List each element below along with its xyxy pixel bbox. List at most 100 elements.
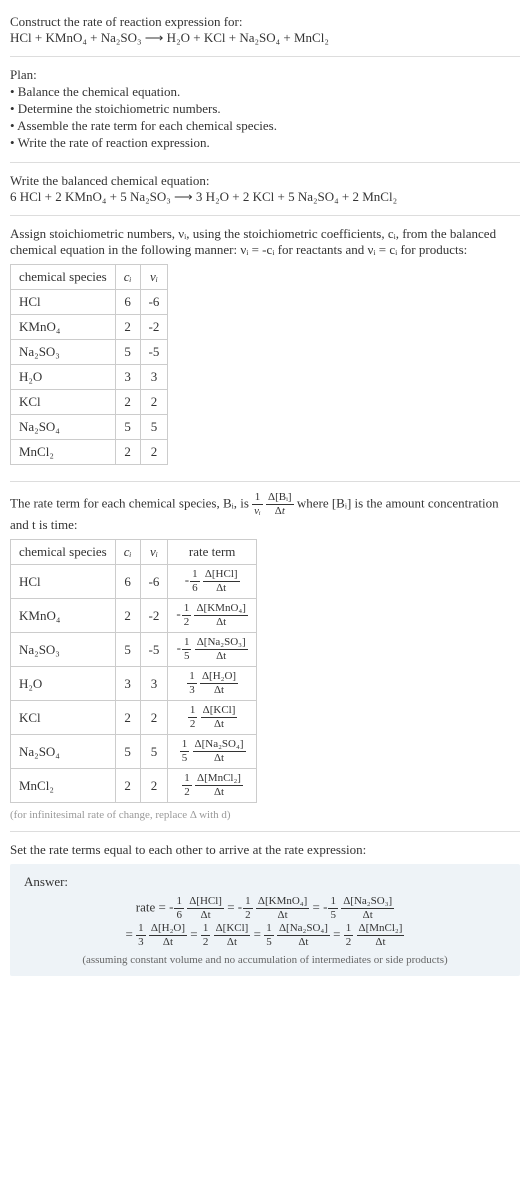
frac: 15 xyxy=(180,739,190,764)
frac: 12 xyxy=(188,705,198,730)
frac: Δ[H₂O]Δt xyxy=(200,671,238,696)
frac: 1νᵢ xyxy=(252,492,263,517)
frac: 12 xyxy=(344,923,354,948)
table-header-row: chemical species cᵢ νᵢ rate term xyxy=(11,540,257,565)
num: Δ[H₂O] xyxy=(200,671,238,684)
frac: Δ[Na₂SO₄]Δt xyxy=(193,739,246,764)
answer-box: Answer: rate = -16 Δ[HCl]Δt = -12 Δ[KMnO… xyxy=(10,864,520,976)
table-row: Na₂SO₄ 5 5 15 Δ[Na₂SO₄]Δt xyxy=(11,735,257,769)
rate-term-pre: The rate term for each chemical species,… xyxy=(10,495,252,510)
cell-vi: 3 xyxy=(140,667,168,701)
den: 2 xyxy=(182,786,192,798)
cell-ci: 6 xyxy=(115,290,140,315)
rate-line-2: = 13 Δ[H₂O]Δt = 12 Δ[KCl]Δt = 15 Δ[Na₂SO… xyxy=(24,923,506,948)
num: 1 xyxy=(174,896,184,909)
frac: 15 xyxy=(264,923,274,948)
num: Δ[Bᵢ] xyxy=(266,492,294,505)
num: Δ[KMnO₄] xyxy=(194,603,247,616)
cell-vi: 5 xyxy=(140,415,168,440)
cell-species: KMnO₄ xyxy=(11,315,116,340)
table-header-row: chemical species cᵢ νᵢ xyxy=(11,265,168,290)
plan-title: Plan: xyxy=(10,67,520,83)
frac: Δ[KMnO₄]Δt xyxy=(256,896,309,921)
cell-species: KCl xyxy=(11,701,116,735)
cell-vi: 5 xyxy=(140,735,168,769)
cell-vi: 2 xyxy=(140,390,168,415)
rate-term-text: The rate term for each chemical species,… xyxy=(10,492,520,533)
den: Δt xyxy=(256,909,309,921)
table-row: KCl22 xyxy=(11,390,168,415)
frac: Δ[Na₂SO₄]Δt xyxy=(277,923,330,948)
cell-species: Na₂SO₃ xyxy=(11,633,116,667)
final-section: Set the rate terms equal to each other t… xyxy=(10,836,520,982)
cell-species: H₂O xyxy=(11,667,116,701)
frac: 13 xyxy=(136,923,146,948)
th-vi: νᵢ xyxy=(140,265,168,290)
table-row: Na₂SO₄55 xyxy=(11,415,168,440)
den: 3 xyxy=(187,684,197,696)
num: 1 xyxy=(182,637,192,650)
den: Δt xyxy=(195,786,243,798)
cell-ci: 2 xyxy=(115,701,140,735)
cell-vi: 2 xyxy=(140,440,168,465)
plan-item: • Write the rate of reaction expression. xyxy=(10,135,520,151)
frac: 12 xyxy=(201,923,211,948)
plan-item: • Balance the chemical equation. xyxy=(10,84,520,100)
num: Δ[Na₂SO₃] xyxy=(341,896,394,909)
num: 1 xyxy=(344,923,354,936)
cell-ci: 2 xyxy=(115,599,140,633)
den: Δt xyxy=(193,752,246,764)
num: 1 xyxy=(188,705,198,718)
frac: 12 xyxy=(182,773,192,798)
frac: 16 xyxy=(174,896,184,921)
th-species: chemical species xyxy=(11,265,116,290)
cell-vi: -6 xyxy=(140,290,168,315)
sign: - xyxy=(169,899,173,914)
table-row: KMnO₄2-2 xyxy=(11,315,168,340)
stoich-table: chemical species cᵢ νᵢ HCl6-6 KMnO₄2-2 N… xyxy=(10,264,168,465)
table-row: H₂O33 xyxy=(11,365,168,390)
num: 1 xyxy=(187,671,197,684)
den: Δt xyxy=(194,616,247,628)
cell-species: MnCl₂ xyxy=(11,440,116,465)
frac: 16 xyxy=(190,569,200,594)
cell-rate: 12 Δ[MnCl₂]Δt xyxy=(168,769,257,803)
cell-rate: -16 Δ[HCl]Δt xyxy=(168,565,257,599)
table-row: H₂O 3 3 13 Δ[H₂O]Δt xyxy=(11,667,257,701)
den: Δt xyxy=(357,936,405,948)
th-vi: νᵢ xyxy=(140,540,168,565)
den: 6 xyxy=(174,909,184,921)
den: 5 xyxy=(328,909,338,921)
set-equal-text: Set the rate terms equal to each other t… xyxy=(10,842,520,858)
num: Δ[Na₂SO₃] xyxy=(195,637,248,650)
table-row: HCl 6 -6 -16 Δ[HCl]Δt xyxy=(11,565,257,599)
den: 5 xyxy=(182,650,192,662)
divider xyxy=(10,56,520,57)
num: 1 xyxy=(136,923,146,936)
den: Δt xyxy=(149,936,187,948)
unbalanced-equation: HCl + KMnO₄ + Na₂SO₃ ⟶ H₂O + KCl + Na₂SO… xyxy=(10,30,520,46)
cell-ci: 2 xyxy=(115,315,140,340)
num: Δ[HCl] xyxy=(187,896,224,909)
frac: 15 xyxy=(328,896,338,921)
den: Δt xyxy=(203,582,240,594)
answer-note: (assuming constant volume and no accumul… xyxy=(24,954,506,966)
sign: - xyxy=(323,899,327,914)
table-row: KCl 2 2 12 Δ[KCl]Δt xyxy=(11,701,257,735)
num: Δ[KMnO₄] xyxy=(256,896,309,909)
answer-label: Answer: xyxy=(24,874,506,890)
cell-species: MnCl₂ xyxy=(11,769,116,803)
cell-species: HCl xyxy=(11,290,116,315)
frac: 13 xyxy=(187,671,197,696)
cell-vi: -6 xyxy=(140,565,168,599)
frac: Δ[H₂O]Δt xyxy=(149,923,187,948)
cell-ci: 6 xyxy=(115,565,140,599)
cell-rate: 12 Δ[KCl]Δt xyxy=(168,701,257,735)
table-row: Na₂SO₃ 5 -5 -15 Δ[Na₂SO₃]Δt xyxy=(11,633,257,667)
num: Δ[H₂O] xyxy=(149,923,187,936)
cell-vi: -5 xyxy=(140,633,168,667)
den: Δt xyxy=(266,505,294,517)
table-row: KMnO₄ 2 -2 -12 Δ[KMnO₄]Δt xyxy=(11,599,257,633)
den: Δt xyxy=(195,650,248,662)
num: 1 xyxy=(182,773,192,786)
